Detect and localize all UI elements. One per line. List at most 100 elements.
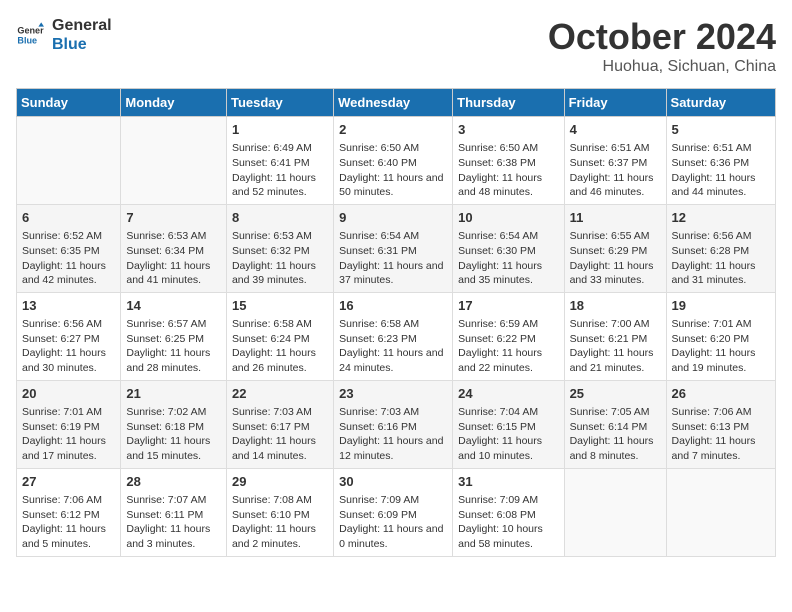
calendar-cell: 10Sunrise: 6:54 AMSunset: 6:30 PMDayligh… bbox=[453, 204, 564, 292]
day-number: 16 bbox=[339, 297, 447, 315]
daylight-text: Daylight: 11 hours and 42 minutes. bbox=[22, 259, 115, 288]
daylight-text: Daylight: 11 hours and 30 minutes. bbox=[22, 346, 115, 375]
calendar-cell: 21Sunrise: 7:02 AMSunset: 6:18 PMDayligh… bbox=[121, 380, 227, 468]
sunset-text: Sunset: 6:38 PM bbox=[458, 156, 558, 171]
day-number: 31 bbox=[458, 473, 558, 491]
daylight-text: Daylight: 11 hours and 26 minutes. bbox=[232, 346, 328, 375]
calendar-cell: 24Sunrise: 7:04 AMSunset: 6:15 PMDayligh… bbox=[453, 380, 564, 468]
calendar-cell: 30Sunrise: 7:09 AMSunset: 6:09 PMDayligh… bbox=[334, 468, 453, 556]
cell-content: Sunrise: 7:03 AMSunset: 6:17 PMDaylight:… bbox=[232, 405, 328, 464]
calendar-cell: 5Sunrise: 6:51 AMSunset: 6:36 PMDaylight… bbox=[666, 117, 775, 205]
day-number: 2 bbox=[339, 121, 447, 139]
daylight-text: Daylight: 11 hours and 21 minutes. bbox=[570, 346, 661, 375]
cell-content: Sunrise: 6:50 AMSunset: 6:38 PMDaylight:… bbox=[458, 141, 558, 200]
sunset-text: Sunset: 6:25 PM bbox=[126, 332, 221, 347]
cell-content: Sunrise: 6:55 AMSunset: 6:29 PMDaylight:… bbox=[570, 229, 661, 288]
daylight-text: Daylight: 11 hours and 14 minutes. bbox=[232, 434, 328, 463]
day-number: 4 bbox=[570, 121, 661, 139]
daylight-text: Daylight: 11 hours and 15 minutes. bbox=[126, 434, 221, 463]
sunset-text: Sunset: 6:34 PM bbox=[126, 244, 221, 259]
day-number: 21 bbox=[126, 385, 221, 403]
sunset-text: Sunset: 6:12 PM bbox=[22, 508, 115, 523]
sunrise-text: Sunrise: 7:09 AM bbox=[339, 493, 447, 508]
day-number: 29 bbox=[232, 473, 328, 491]
cell-content: Sunrise: 7:09 AMSunset: 6:09 PMDaylight:… bbox=[339, 493, 447, 552]
calendar-cell: 29Sunrise: 7:08 AMSunset: 6:10 PMDayligh… bbox=[226, 468, 333, 556]
sunset-text: Sunset: 6:40 PM bbox=[339, 156, 447, 171]
calendar-cell: 12Sunrise: 6:56 AMSunset: 6:28 PMDayligh… bbox=[666, 204, 775, 292]
daylight-text: Daylight: 11 hours and 41 minutes. bbox=[126, 259, 221, 288]
cell-content: Sunrise: 6:59 AMSunset: 6:22 PMDaylight:… bbox=[458, 317, 558, 376]
week-row-5: 27Sunrise: 7:06 AMSunset: 6:12 PMDayligh… bbox=[17, 468, 776, 556]
calendar-cell: 9Sunrise: 6:54 AMSunset: 6:31 PMDaylight… bbox=[334, 204, 453, 292]
day-number: 10 bbox=[458, 209, 558, 227]
daylight-text: Daylight: 11 hours and 10 minutes. bbox=[458, 434, 558, 463]
day-number: 25 bbox=[570, 385, 661, 403]
daylight-text: Daylight: 11 hours and 35 minutes. bbox=[458, 259, 558, 288]
calendar-cell: 27Sunrise: 7:06 AMSunset: 6:12 PMDayligh… bbox=[17, 468, 121, 556]
cell-content: Sunrise: 7:01 AMSunset: 6:19 PMDaylight:… bbox=[22, 405, 115, 464]
cell-content: Sunrise: 7:00 AMSunset: 6:21 PMDaylight:… bbox=[570, 317, 661, 376]
sunrise-text: Sunrise: 7:00 AM bbox=[570, 317, 661, 332]
sunrise-text: Sunrise: 7:03 AM bbox=[232, 405, 328, 420]
daylight-text: Daylight: 11 hours and 46 minutes. bbox=[570, 171, 661, 200]
day-number: 19 bbox=[672, 297, 770, 315]
week-row-2: 6Sunrise: 6:52 AMSunset: 6:35 PMDaylight… bbox=[17, 204, 776, 292]
calendar-table: SundayMondayTuesdayWednesdayThursdayFrid… bbox=[16, 88, 776, 557]
sunrise-text: Sunrise: 6:54 AM bbox=[339, 229, 447, 244]
cell-content: Sunrise: 7:03 AMSunset: 6:16 PMDaylight:… bbox=[339, 405, 447, 464]
week-row-1: 1Sunrise: 6:49 AMSunset: 6:41 PMDaylight… bbox=[17, 117, 776, 205]
day-number: 7 bbox=[126, 209, 221, 227]
calendar-cell bbox=[564, 468, 666, 556]
sunrise-text: Sunrise: 7:05 AM bbox=[570, 405, 661, 420]
calendar-cell: 25 Sunrise: 7:05 AMSunset: 6:14 PMDayligh… bbox=[564, 380, 666, 468]
calendar-cell: 20Sunrise: 7:01 AMSunset: 6:19 PMDayligh… bbox=[17, 380, 121, 468]
sunrise-text: Sunrise: 6:50 AM bbox=[458, 141, 558, 156]
sunrise-text: Sunrise: 6:54 AM bbox=[458, 229, 558, 244]
cell-content: Sunrise: 6:53 AMSunset: 6:32 PMDaylight:… bbox=[232, 229, 328, 288]
sunrise-text: Sunrise: 7:08 AM bbox=[232, 493, 328, 508]
cell-content: Sunrise: 7:06 AMSunset: 6:13 PMDaylight:… bbox=[672, 405, 770, 464]
sunset-text: Sunset: 6:31 PM bbox=[339, 244, 447, 259]
day-number: 8 bbox=[232, 209, 328, 227]
sunrise-text: Sunrise: 6:58 AM bbox=[339, 317, 447, 332]
calendar-cell: 8 Sunrise: 6:53 AMSunset: 6:32 PMDaylight… bbox=[226, 204, 333, 292]
sunrise-text: Sunrise: 6:56 AM bbox=[22, 317, 115, 332]
calendar-cell: 19 Sunrise: 7:01 AMSunset: 6:20 PMDayligh… bbox=[666, 292, 775, 380]
calendar-cell: 2 Sunrise: 6:50 AMSunset: 6:40 PMDaylight… bbox=[334, 117, 453, 205]
daylight-text: Daylight: 11 hours and 33 minutes. bbox=[570, 259, 661, 288]
sunset-text: Sunset: 6:08 PM bbox=[458, 508, 558, 523]
sunset-text: Sunset: 6:35 PM bbox=[22, 244, 115, 259]
calendar-cell: 7Sunrise: 6:53 AMSunset: 6:34 PMDaylight… bbox=[121, 204, 227, 292]
daylight-text: Daylight: 11 hours and 19 minutes. bbox=[672, 346, 770, 375]
sunset-text: Sunset: 6:15 PM bbox=[458, 420, 558, 435]
cell-content: Sunrise: 7:01 AMSunset: 6:20 PMDaylight:… bbox=[672, 317, 770, 376]
month-title: October 2024 bbox=[548, 16, 776, 58]
day-header-wednesday: Wednesday bbox=[334, 89, 453, 117]
daylight-text: Daylight: 11 hours and 39 minutes. bbox=[232, 259, 328, 288]
logo: General Blue General Blue bbox=[16, 16, 112, 54]
cell-content: Sunrise: 6:49 AMSunset: 6:41 PMDaylight:… bbox=[232, 141, 328, 200]
daylight-text: Daylight: 10 hours and 58 minutes. bbox=[458, 522, 558, 551]
daylight-text: Daylight: 11 hours and 52 minutes. bbox=[232, 171, 328, 200]
sunset-text: Sunset: 6:32 PM bbox=[232, 244, 328, 259]
sunrise-text: Sunrise: 6:50 AM bbox=[339, 141, 447, 156]
day-number: 11 bbox=[570, 209, 661, 227]
daylight-text: Daylight: 11 hours and 7 minutes. bbox=[672, 434, 770, 463]
sunrise-text: Sunrise: 6:51 AM bbox=[570, 141, 661, 156]
sunrise-text: Sunrise: 7:06 AM bbox=[672, 405, 770, 420]
daylight-text: Daylight: 11 hours and 50 minutes. bbox=[339, 171, 447, 200]
calendar-cell bbox=[17, 117, 121, 205]
cell-content: Sunrise: 7:05 AMSunset: 6:14 PMDaylight:… bbox=[570, 405, 661, 464]
day-header-friday: Friday bbox=[564, 89, 666, 117]
daylight-text: Daylight: 11 hours and 44 minutes. bbox=[672, 171, 770, 200]
daylight-text: Daylight: 11 hours and 8 minutes. bbox=[570, 434, 661, 463]
cell-content: Sunrise: 6:58 AMSunset: 6:24 PMDaylight:… bbox=[232, 317, 328, 376]
sunset-text: Sunset: 6:14 PM bbox=[570, 420, 661, 435]
svg-text:Blue: Blue bbox=[17, 36, 37, 46]
week-row-4: 20Sunrise: 7:01 AMSunset: 6:19 PMDayligh… bbox=[17, 380, 776, 468]
sunset-text: Sunset: 6:11 PM bbox=[126, 508, 221, 523]
calendar-cell: 4Sunrise: 6:51 AMSunset: 6:37 PMDaylight… bbox=[564, 117, 666, 205]
day-number: 28 bbox=[126, 473, 221, 491]
sunset-text: Sunset: 6:18 PM bbox=[126, 420, 221, 435]
